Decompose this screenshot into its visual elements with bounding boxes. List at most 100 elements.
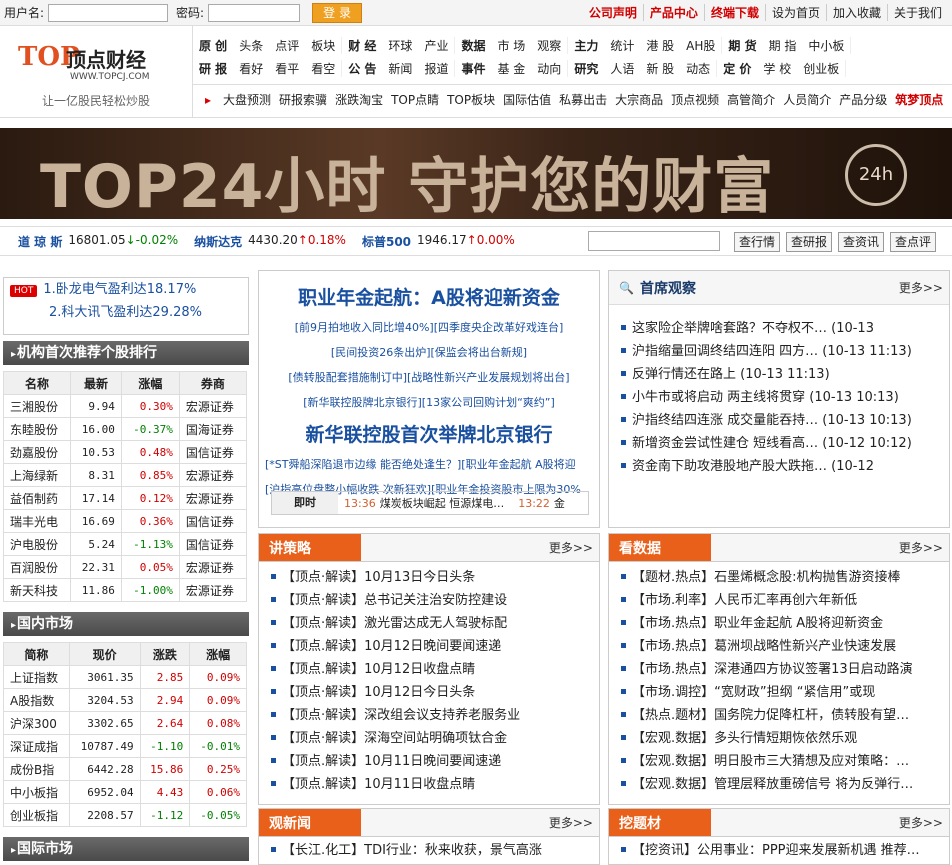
table-row[interactable]: 上证指数 3061.35 2.85 0.09% xyxy=(3,665,247,689)
nav-sub-link[interactable]: TOP板块 xyxy=(443,91,499,108)
table-row[interactable]: 东睦股份 16.00 -0.37% 国海证券 xyxy=(2,417,248,441)
table-cell[interactable]: 成份B指 xyxy=(3,757,70,781)
list-item[interactable]: 【市场.热点】深港通四方协议签署13日启动路演 xyxy=(609,658,949,681)
table-cell[interactable]: 百润股份 xyxy=(2,555,72,579)
nav-link[interactable]: 定 价 xyxy=(717,60,757,77)
table-cell[interactable]: A股指数 xyxy=(3,688,70,712)
featured-link-line[interactable]: [债转股配套措施制订中][战略性新兴产业发展规划将出台] xyxy=(259,369,599,385)
ticker-name[interactable]: 纳斯达克 xyxy=(194,233,242,250)
nav-link[interactable]: 期 指 xyxy=(763,37,803,54)
quote-search-input[interactable] xyxy=(587,231,720,251)
nav-sub-link[interactable]: 顶点视频 xyxy=(667,91,723,108)
nav-link[interactable]: 观察 xyxy=(531,37,567,54)
table-row[interactable]: 益佰制药 17.14 0.12% 宏源证券 xyxy=(2,486,248,510)
table-cell[interactable]: 深证成指 xyxy=(3,734,70,758)
hot-item[interactable]: HOT 1.卧龙电气盈利达18.17% xyxy=(4,278,248,301)
list-item[interactable]: 【宏观.数据】多头行情短期恢依然乐观 xyxy=(609,727,949,750)
nav-link[interactable]: 学 校 xyxy=(757,60,797,77)
table-cell[interactable]: 东睦股份 xyxy=(2,417,72,441)
news-more-link[interactable]: 更多>> xyxy=(549,814,593,831)
nav-sub-link[interactable]: 大盘预测 xyxy=(219,91,275,108)
top-link[interactable]: 关于我们 xyxy=(886,4,948,21)
nav-link[interactable]: 统计 xyxy=(604,37,640,54)
table-row[interactable]: 沪深300 3302.65 2.64 0.08% xyxy=(3,711,247,735)
nav-link[interactable]: 主力 xyxy=(568,37,604,54)
top-link[interactable]: 公司声明 xyxy=(583,4,643,21)
list-item[interactable]: 【顶点·解读】总书记关注治安防控建设 xyxy=(259,589,599,612)
featured-link-line[interactable]: [新华联控股牌北京银行][13家公司回购计划“爽约”] xyxy=(259,394,599,410)
hot-item[interactable]: 2.科大讯飞盈利达29.28% xyxy=(4,301,248,324)
nav-link[interactable]: 期 货 xyxy=(722,37,762,54)
table-cell[interactable]: 上证指数 xyxy=(3,665,70,689)
list-item[interactable]: 【顶点·解读】10月12日今日头条 xyxy=(259,681,599,704)
table-row[interactable]: 上海绿新 8.31 0.85% 宏源证券 xyxy=(2,463,248,487)
list-item[interactable]: 沪指终结四连涨 成交量能吞持… (10-13 10:13) xyxy=(609,409,949,432)
nav-sub-link[interactable]: 人员简介 xyxy=(779,91,835,108)
table-row[interactable]: 瑞丰光电 16.69 0.36% 国信证券 xyxy=(2,509,248,533)
table-row[interactable]: 深证成指 10787.49 -1.10 -0.01% xyxy=(3,734,247,758)
username-input[interactable] xyxy=(48,3,169,22)
table-row[interactable]: 中小板指 6952.04 4.43 0.06% xyxy=(3,780,247,804)
list-item[interactable]: 【长江.化工】TDI行业：秋来收获，景气高涨 xyxy=(259,839,599,862)
list-item[interactable]: 资金南下助攻港股地产股大跌拖… (10-12 xyxy=(609,455,949,478)
nav-link[interactable]: 财 经 xyxy=(342,37,382,54)
list-item[interactable]: 新增资金尝试性建仓 短线看高… (10-12 10:12) xyxy=(609,432,949,455)
search-button[interactable]: 查研报 xyxy=(785,231,832,252)
nav-link[interactable]: 研究 xyxy=(568,60,604,77)
featured-link-line[interactable]: [前9月拍地收入同比增40%][四季度央企改革好戏连台] xyxy=(259,319,599,335)
table-row[interactable]: 劲嘉股份 10.53 0.48% 国信证券 xyxy=(2,440,248,464)
list-item[interactable]: 【宏观.数据】管理层释放重磅信号 将为反弹行… xyxy=(609,773,949,796)
nav-link[interactable]: 公 告 xyxy=(342,60,382,77)
table-cell[interactable]: 创业板指 xyxy=(3,803,70,827)
instant-item[interactable]: 煤炭板块崛起 恒源煤电… xyxy=(380,495,505,511)
list-item[interactable]: 【顶点·解读】深海空间站明确项钛合金 xyxy=(259,727,599,750)
table-row[interactable]: 成份B指 6442.28 15.86 0.25% xyxy=(3,757,247,781)
table-row[interactable]: 创业板指 2208.57 -1.12 -0.05% xyxy=(3,803,247,827)
nav-link[interactable]: 点评 xyxy=(269,37,305,54)
table-cell[interactable]: 三湘股份 xyxy=(2,394,72,418)
table-cell[interactable]: 益佰制药 xyxy=(2,486,72,510)
table-cell[interactable]: 瑞丰光电 xyxy=(2,509,72,533)
nav-link[interactable]: 看平 xyxy=(269,60,305,77)
search-button[interactable]: 查点评 xyxy=(889,231,936,252)
nav-link[interactable]: 新闻 xyxy=(382,60,418,77)
nav-link[interactable]: 市 场 xyxy=(491,37,531,54)
list-item[interactable]: 【顶点·解读】深改组会议支持养老服务业 xyxy=(259,704,599,727)
list-item[interactable]: 【题材.热点】石墨烯概念股:机构抛售游资接棒 xyxy=(609,566,949,589)
list-item[interactable]: 【顶点.解读】10月11日收盘点睛 xyxy=(259,773,599,796)
list-item[interactable]: 【市场.热点】职业年金起航 A股将迎新资金 xyxy=(609,612,949,635)
list-item[interactable]: 【顶点·解读】10月13日今日头条 xyxy=(259,566,599,589)
search-button[interactable]: 查行情 xyxy=(733,231,780,252)
top-link[interactable]: 设为首页 xyxy=(764,4,826,21)
list-item[interactable]: 【市场.调控】“宽财政”担纲 “紧信用”或现 xyxy=(609,681,949,704)
password-input[interactable] xyxy=(208,3,301,22)
table-cell[interactable]: 新天科技 xyxy=(2,578,72,602)
list-item[interactable]: 沪指缩量回调终结四连阳 四方… (10-13 11:13) xyxy=(609,340,949,363)
list-item[interactable]: 【挖资讯】公用事业：PPP迎来发展新机遇 推荐… xyxy=(609,839,949,862)
nav-link[interactable]: 产业 xyxy=(418,37,454,54)
nav-link[interactable]: 原 创 xyxy=(193,37,233,54)
nav-sub-link[interactable]: 私募出击 xyxy=(555,91,611,108)
nav-sub-link[interactable]: 涨跌淘宝 xyxy=(331,91,387,108)
table-cell[interactable]: 上海绿新 xyxy=(2,463,72,487)
logo[interactable]: TOP 顶点财经 WWW.TOPCJ.COM 让一亿股民轻松炒股 xyxy=(0,26,193,117)
table-row[interactable]: 三湘股份 9.94 0.30% 宏源证券 xyxy=(2,394,248,418)
list-item[interactable]: 反弹行情还在路上 (10-13 11:13) xyxy=(609,363,949,386)
nav-link[interactable]: 新 股 xyxy=(640,60,680,77)
table-row[interactable]: 百润股份 22.31 0.05% 宏源证券 xyxy=(2,555,248,579)
list-item[interactable]: 【宏观.数据】明日股市三大猜想及应对策略：… xyxy=(609,750,949,773)
nav-sub-link[interactable]: 产品分级 xyxy=(835,91,891,108)
nav-link[interactable]: 创业板 xyxy=(797,60,845,77)
nav-link[interactable]: 事件 xyxy=(455,60,491,77)
nav-link[interactable]: 头条 xyxy=(233,37,269,54)
obs-more-link[interactable]: 更多>> xyxy=(899,279,943,296)
nav-link[interactable]: 港 股 xyxy=(640,37,680,54)
banner-ad[interactable]: TOP24小时 守护您的财富 24h xyxy=(0,128,952,219)
list-item[interactable]: 【顶点.解读】10月12日晚间要闻速递 xyxy=(259,635,599,658)
nav-link[interactable]: 看好 xyxy=(233,60,269,77)
nav-link[interactable]: 数据 xyxy=(455,37,491,54)
nav-sub-link[interactable]: 筑梦顶点 xyxy=(891,91,947,108)
list-item[interactable]: 【顶点·解读】激光雷达成无人驾驶标配 xyxy=(259,612,599,635)
nav-link[interactable]: 中小板 xyxy=(802,37,850,54)
ticker-name[interactable]: 标普500 xyxy=(362,233,411,250)
